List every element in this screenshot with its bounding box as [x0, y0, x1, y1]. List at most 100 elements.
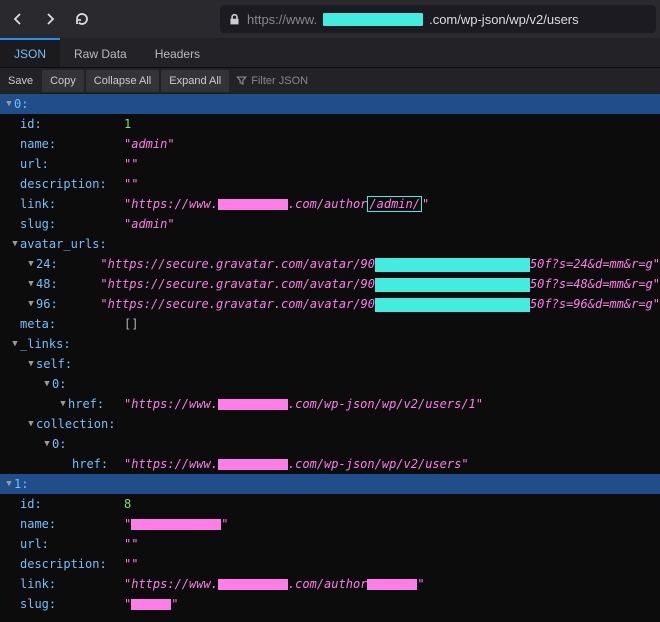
- tab-json[interactable]: JSON: [0, 38, 60, 67]
- reload-button[interactable]: [68, 5, 96, 33]
- val-avatar-96: "https://secure.gravatar.com/avatar/9050…: [100, 294, 660, 314]
- chevron-down-icon: ▼: [42, 374, 52, 394]
- val-name: "admin": [124, 134, 175, 154]
- val-url: "": [124, 534, 138, 554]
- tree-row[interactable]: description: "": [0, 174, 660, 194]
- key-self-0: 0:: [52, 374, 66, 394]
- save-button[interactable]: Save: [0, 70, 41, 92]
- key-link: link:: [20, 194, 56, 214]
- key-id: id:: [20, 494, 42, 514]
- val-id: 8: [124, 494, 131, 514]
- redacted-domain: x: [323, 13, 423, 26]
- collapse-all-button[interactable]: Collapse All: [86, 70, 159, 92]
- val-name: "": [124, 514, 228, 534]
- key-description: description:: [20, 554, 107, 574]
- key-name: name:: [20, 514, 56, 534]
- key-coll-0: 0:: [52, 434, 66, 454]
- chevron-down-icon: ▼: [42, 434, 52, 454]
- reload-icon: [74, 11, 90, 27]
- tree-row[interactable]: slug: "": [0, 594, 660, 614]
- tree-row[interactable]: ▼0:: [0, 374, 660, 394]
- key-description: description:: [20, 174, 107, 194]
- filter-json-input[interactable]: Filter JSON: [236, 75, 308, 87]
- arrow-right-icon: [42, 11, 58, 27]
- key-0: 0:: [14, 94, 28, 114]
- tree-row[interactable]: ▼self:: [0, 354, 660, 374]
- key-url: url:: [20, 534, 49, 554]
- key-link: link:: [20, 574, 56, 594]
- key-slug: slug:: [20, 214, 56, 234]
- key-meta: meta:: [20, 314, 56, 334]
- key-24: 24:: [36, 254, 58, 274]
- chevron-down-icon: ▼: [10, 234, 20, 254]
- tree-row[interactable]: ▼collection:: [0, 414, 660, 434]
- key-48: 48:: [36, 274, 58, 294]
- forward-button[interactable]: [36, 5, 64, 33]
- chevron-down-icon: ▼: [10, 334, 20, 354]
- tree-row[interactable]: url: "": [0, 534, 660, 554]
- tree-row[interactable]: link: "https://www..com/author/admin/": [0, 194, 660, 214]
- chevron-down-icon: ▼: [26, 294, 36, 314]
- tree-row[interactable]: ▼24:"https://secure.gravatar.com/avatar/…: [0, 254, 660, 274]
- arrow-left-icon: [10, 11, 26, 27]
- tree-row[interactable]: slug: "admin": [0, 214, 660, 234]
- val-slug: "": [124, 594, 178, 614]
- key-avatar-urls: avatar_urls:: [20, 234, 107, 254]
- copy-button[interactable]: Copy: [42, 70, 84, 92]
- val-coll-href: "https://www..com/wp-json/wp/v2/users": [124, 454, 469, 474]
- val-slug: "admin": [124, 214, 175, 234]
- url-path: .com/wp-json/wp/v2/users: [429, 12, 579, 27]
- chevron-down-icon: ▼: [26, 354, 36, 374]
- key-96: 96:: [36, 294, 58, 314]
- val-meta: []: [124, 314, 138, 334]
- json-toolbar: Save Copy Collapse All Expand All Filter…: [0, 68, 660, 94]
- key-self-href: href:: [68, 394, 104, 414]
- val-description: "": [124, 554, 138, 574]
- tree-row[interactable]: name: "": [0, 514, 660, 534]
- tree-row[interactable]: link: "https://www..com/author": [0, 574, 660, 594]
- key-1: 1:: [14, 474, 28, 494]
- filter-icon: [236, 75, 247, 86]
- tree-row[interactable]: ▼96: "https://secure.gravatar.com/avatar/…: [0, 294, 660, 314]
- back-button[interactable]: [4, 5, 32, 33]
- chevron-down-icon: ▼: [26, 414, 36, 434]
- chevron-down-icon: ▼: [58, 394, 68, 414]
- key-coll-href: href:: [72, 454, 108, 474]
- chevron-down-icon: ▼: [4, 94, 14, 114]
- tree-row-index-1[interactable]: ▼1:: [0, 474, 660, 494]
- tree-row[interactable]: ▼href: "https://www..com/wp-json/wp/v2/us…: [0, 394, 660, 414]
- val-description: "": [124, 174, 138, 194]
- address-bar[interactable]: https://www. x .com/wp-json/wp/v2/users: [220, 5, 656, 33]
- val-link: "https://www..com/author": [124, 574, 425, 594]
- key-slug: slug:: [20, 594, 56, 614]
- val-id: 1: [124, 114, 131, 134]
- url-scheme: https://www.: [247, 12, 317, 27]
- val-link: "https://www..com/author/admin/": [124, 194, 429, 214]
- tree-row[interactable]: description: "": [0, 554, 660, 574]
- tree-row[interactable]: ▼_links:: [0, 334, 660, 354]
- filter-placeholder: Filter JSON: [251, 75, 308, 87]
- tree-row[interactable]: url: "": [0, 154, 660, 174]
- key-name: name:: [20, 134, 56, 154]
- key-url: url:: [20, 154, 49, 174]
- tree-row[interactable]: meta: []: [0, 314, 660, 334]
- tab-raw-data[interactable]: Raw Data: [60, 38, 141, 67]
- tree-row[interactable]: name: "admin": [0, 134, 660, 154]
- tree-row[interactable]: href: "https://www..com/wp-json/wp/v2/use…: [0, 454, 660, 474]
- tree-row[interactable]: id: 8: [0, 494, 660, 514]
- expand-all-button[interactable]: Expand All: [161, 70, 229, 92]
- tree-row[interactable]: ▼48:"https://secure.gravatar.com/avatar/…: [0, 274, 660, 294]
- tree-row[interactable]: id: 1: [0, 114, 660, 134]
- tree-row[interactable]: ▼0:: [0, 434, 660, 454]
- browser-navbar: https://www. x .com/wp-json/wp/v2/users: [0, 0, 660, 38]
- val-avatar-24: "https://secure.gravatar.com/avatar/9050…: [100, 254, 660, 274]
- key-id: id:: [20, 114, 42, 134]
- key-links: _links:: [20, 334, 71, 354]
- chevron-down-icon: ▼: [26, 274, 36, 294]
- key-collection: collection:: [36, 414, 115, 434]
- val-self-href: "https://www..com/wp-json/wp/v2/users/1": [124, 394, 483, 414]
- tree-row-index-0[interactable]: ▼0:: [0, 94, 660, 114]
- tree-row[interactable]: ▼avatar_urls:: [0, 234, 660, 254]
- val-url: "": [124, 154, 138, 174]
- tab-headers[interactable]: Headers: [141, 38, 214, 67]
